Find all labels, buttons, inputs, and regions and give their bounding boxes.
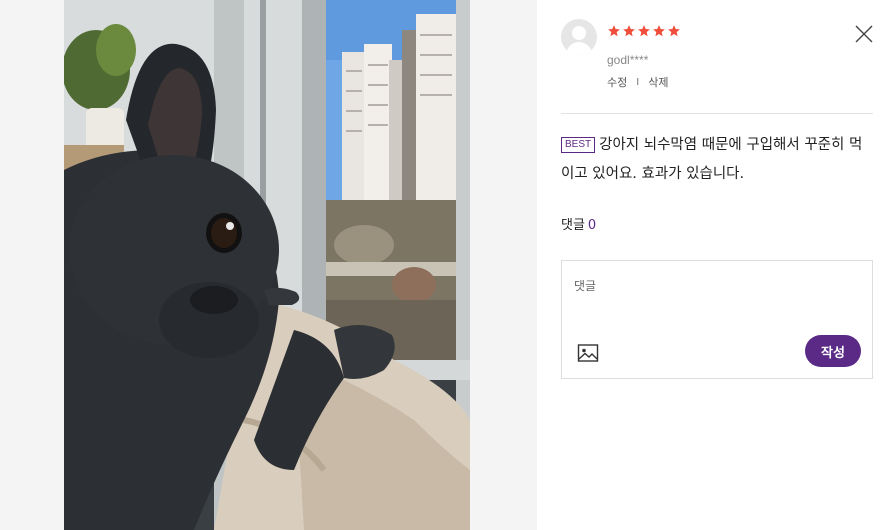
- best-badge: BEST: [561, 137, 596, 153]
- review-author: godl****: [607, 53, 649, 67]
- comment-form: 작성: [561, 260, 873, 379]
- image-icon: [577, 344, 599, 362]
- star-icon: [623, 25, 635, 37]
- star-icon: [668, 25, 680, 37]
- star-rating: [607, 24, 681, 38]
- comment-count-value: 0: [587, 218, 597, 233]
- star-icon: [638, 25, 650, 37]
- review-photo[interactable]: [64, 0, 470, 530]
- dog-at-window-image: [64, 0, 470, 530]
- delete-link[interactable]: 삭제: [648, 74, 668, 90]
- comment-label: 댓글: [561, 218, 585, 233]
- review-detail-panel: godl**** 수정 I 삭제 BEST 강아지 뇌수막염 때문에 구입해서 꾸…: [537, 0, 895, 530]
- comment-input[interactable]: [574, 277, 860, 327]
- photo-gallery: [0, 0, 537, 530]
- star-icon: [608, 25, 620, 37]
- review-body: BEST 강아지 뇌수막염 때문에 구입해서 꾸준히 먹이고 있어요. 효과가 있…: [561, 131, 871, 189]
- user-avatar-icon: [561, 19, 597, 55]
- action-separator: I: [636, 76, 640, 88]
- comment-count: 댓글 0: [561, 214, 596, 233]
- star-icon: [653, 25, 665, 37]
- review-actions: 수정 I 삭제: [607, 74, 668, 90]
- review-content: 강아지 뇌수막염 때문에 구입해서 꾸준히 먹이고 있어요. 효과가 있습니다.: [561, 137, 863, 182]
- submit-comment-button[interactable]: 작성: [805, 335, 861, 367]
- close-button[interactable]: [854, 24, 874, 44]
- attach-image-button[interactable]: [577, 343, 599, 363]
- edit-link[interactable]: 수정: [607, 74, 627, 90]
- divider: [561, 113, 873, 114]
- close-icon: [855, 25, 873, 43]
